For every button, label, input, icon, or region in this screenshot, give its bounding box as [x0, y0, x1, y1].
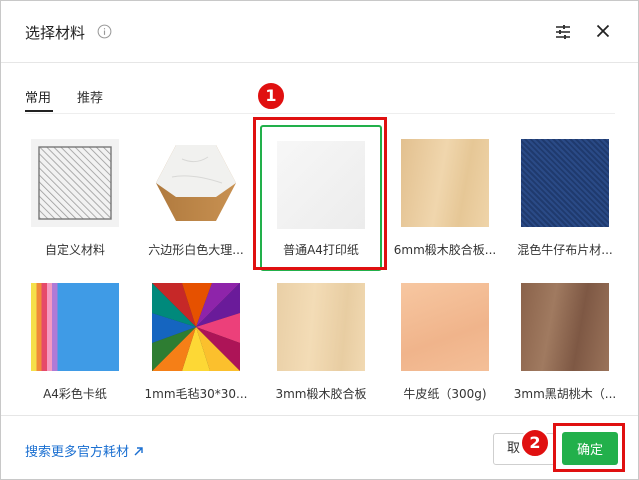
material-label: 混色牛仔布片材... — [517, 243, 613, 257]
annotation-highlight-confirm — [553, 423, 625, 472]
tabs-divider — [25, 113, 615, 114]
dialog-title: 选择材料 — [25, 24, 86, 42]
info-icon[interactable] — [97, 24, 112, 39]
sliders-icon[interactable] — [554, 23, 572, 41]
material-thumb — [152, 283, 240, 371]
material-card-walnut[interactable]: 3mm黑胡桃木（... — [505, 273, 625, 415]
more-link-label: 搜索更多官方耗材 — [25, 445, 130, 460]
material-thumb — [401, 283, 489, 371]
marble-hexagon-icon — [156, 145, 236, 221]
material-thumb — [31, 283, 119, 371]
annotation-step-2-badge: 2 — [520, 428, 550, 458]
tab-common[interactable]: 常用 — [25, 87, 51, 106]
material-label: 牛皮纸（300g) — [403, 387, 487, 401]
material-thumb — [401, 139, 489, 227]
material-card-plywood-3mm[interactable]: 3mm椴木胶合板 — [261, 273, 381, 415]
material-card-color-card[interactable]: A4彩色卡纸 — [15, 273, 135, 415]
material-thumb — [31, 139, 119, 227]
material-thumb — [277, 283, 365, 371]
material-thumb — [521, 283, 609, 371]
hatched-square-icon — [38, 146, 112, 220]
material-card-kraft-paper[interactable]: 牛皮纸（300g) — [385, 273, 505, 415]
dialog-header: 选择材料 — [1, 1, 638, 63]
search-more-materials-link[interactable]: 搜索更多官方耗材 — [25, 441, 144, 460]
material-thumb — [152, 139, 240, 227]
active-tab-indicator — [25, 110, 53, 112]
annotation-highlight-a4-paper — [253, 117, 387, 270]
material-card-plywood-6mm[interactable]: 6mm椴木胶合板... — [385, 129, 505, 271]
material-label: 3mm黑胡桃木（... — [513, 387, 617, 401]
color-wheel-icon — [152, 283, 240, 371]
material-label: 6mm椴木胶合板... — [393, 243, 497, 257]
close-icon[interactable] — [595, 23, 611, 39]
material-label: 1mm毛毡30*30... — [144, 387, 248, 401]
material-label: 3mm椴木胶合板 — [275, 387, 367, 401]
material-label: 自定义材料 — [44, 243, 105, 257]
material-card-custom[interactable]: 自定义材料 — [15, 129, 135, 271]
material-card-felt[interactable]: 1mm毛毡30*30... — [136, 273, 256, 415]
material-card-denim[interactable]: 混色牛仔布片材... — [505, 129, 625, 271]
tab-recommended[interactable]: 推荐 — [77, 87, 103, 106]
material-card-marble-hexagon[interactable]: 六边形白色大理... — [136, 129, 256, 271]
annotation-step-1-badge: 1 — [256, 81, 286, 111]
external-link-arrow-icon — [134, 447, 143, 456]
material-label: 六边形白色大理... — [148, 243, 244, 257]
material-thumb — [521, 139, 609, 227]
material-label: A4彩色卡纸 — [43, 387, 107, 401]
